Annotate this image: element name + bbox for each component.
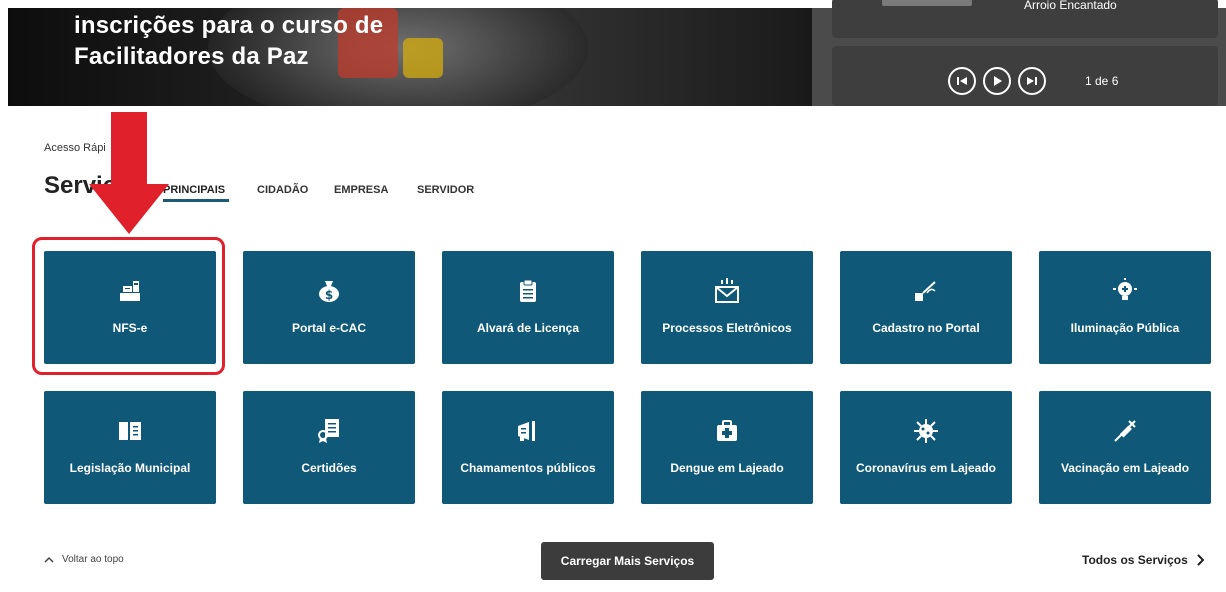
hero-banner[interactable]: inscrições para o curso de Facilitadores… <box>8 8 812 106</box>
service-card-cadastro[interactable]: Cadastro no Portal <box>840 251 1012 364</box>
service-card-vacinacao[interactable]: Vacinação em Lajeado <box>1039 391 1211 504</box>
service-card-iluminacao[interactable]: Iluminação Pública <box>1039 251 1211 364</box>
news-panel: Arroio Encantado 1 de 6 <box>812 0 1226 106</box>
service-card-label: Processos Eletrônicos <box>662 321 792 335</box>
book-icon <box>118 419 142 443</box>
service-card-label: Alvará de Licença <box>476 321 580 335</box>
syringe-icon <box>1112 419 1138 443</box>
service-card-label: Cadastro no Portal <box>872 321 980 335</box>
news-thumbnail <box>882 0 972 6</box>
all-services-label: Todos os Serviços <box>1082 553 1188 567</box>
service-card-label: Chamamentos públicos <box>460 461 596 475</box>
service-card-label: Dengue em Lajeado <box>670 461 784 475</box>
tab-servidor[interactable]: SERVIDOR <box>417 184 474 196</box>
slide-counter: 1 de 6 <box>1085 74 1119 88</box>
service-card-label: Legislação Municipal <box>69 461 191 475</box>
service-card-portal-ecac[interactable]: $ Portal e-CAC <box>243 251 415 364</box>
play-icon[interactable] <box>983 67 1011 95</box>
service-card-label: Certidões <box>301 461 357 475</box>
news-caption: Arroio Encantado <box>1024 0 1117 12</box>
load-more-services-button[interactable]: Carregar Mais Serviços <box>541 542 714 580</box>
annotation-arrow-icon <box>89 112 169 234</box>
service-card-alvara[interactable]: Alvará de Licença <box>442 251 614 364</box>
signature-icon <box>913 279 939 303</box>
service-card-certidoes[interactable]: Certidões <box>243 391 415 504</box>
tab-cidadao[interactable]: CIDADÃO <box>257 184 308 196</box>
tab-empresa[interactable]: EMPRESA <box>334 184 388 196</box>
medkit-icon <box>715 419 739 443</box>
chevron-right-icon <box>1197 554 1204 566</box>
back-to-top-link[interactable]: Voltar ao topo <box>44 554 124 565</box>
back-to-top-label: Voltar ao topo <box>62 554 124 565</box>
virus-icon <box>913 419 939 443</box>
skip-next-icon[interactable] <box>1018 67 1046 95</box>
service-card-coronavirus[interactable]: Coronavírus em Lajeado <box>840 391 1012 504</box>
service-card-processos[interactable]: Processos Eletrônicos <box>641 251 813 364</box>
annotation-highlight-box <box>32 237 225 375</box>
chevron-up-icon <box>44 556 54 563</box>
clipboard-icon <box>518 279 538 303</box>
hero-title-line2: Facilitadores da Paz <box>74 43 309 70</box>
envelope-icon <box>714 278 740 303</box>
service-card-label: Vacinação em Lajeado <box>1060 461 1190 475</box>
all-services-link[interactable]: Todos os Serviços <box>1082 553 1204 567</box>
megaphone-icon <box>515 419 541 443</box>
hero-title[interactable]: inscrições para o curso de Facilitadores… <box>74 10 383 72</box>
service-card-chamamentos[interactable]: Chamamentos públicos <box>442 391 614 504</box>
service-card-legislacao[interactable]: Legislação Municipal <box>44 391 216 504</box>
money-bag-icon: $ <box>317 279 341 303</box>
active-tab-indicator <box>163 199 229 202</box>
service-card-label: Iluminação Pública <box>1070 321 1180 335</box>
hero-title-line1: inscrições para o curso de <box>74 12 384 39</box>
service-card-label: Coronavírus em Lajeado <box>855 461 997 475</box>
news-item[interactable]: Arroio Encantado <box>832 0 1218 38</box>
certificate-icon <box>317 419 341 443</box>
tab-principais[interactable]: PRINCIPAIS <box>163 184 225 196</box>
service-card-label: Portal e-CAC <box>291 321 366 335</box>
lightbulb-icon <box>1112 278 1138 303</box>
puzzle-piece-yellow <box>403 38 443 78</box>
svg-text:$: $ <box>325 288 333 302</box>
skip-previous-icon[interactable] <box>948 67 976 95</box>
service-card-dengue[interactable]: Dengue em Lajeado <box>641 391 813 504</box>
